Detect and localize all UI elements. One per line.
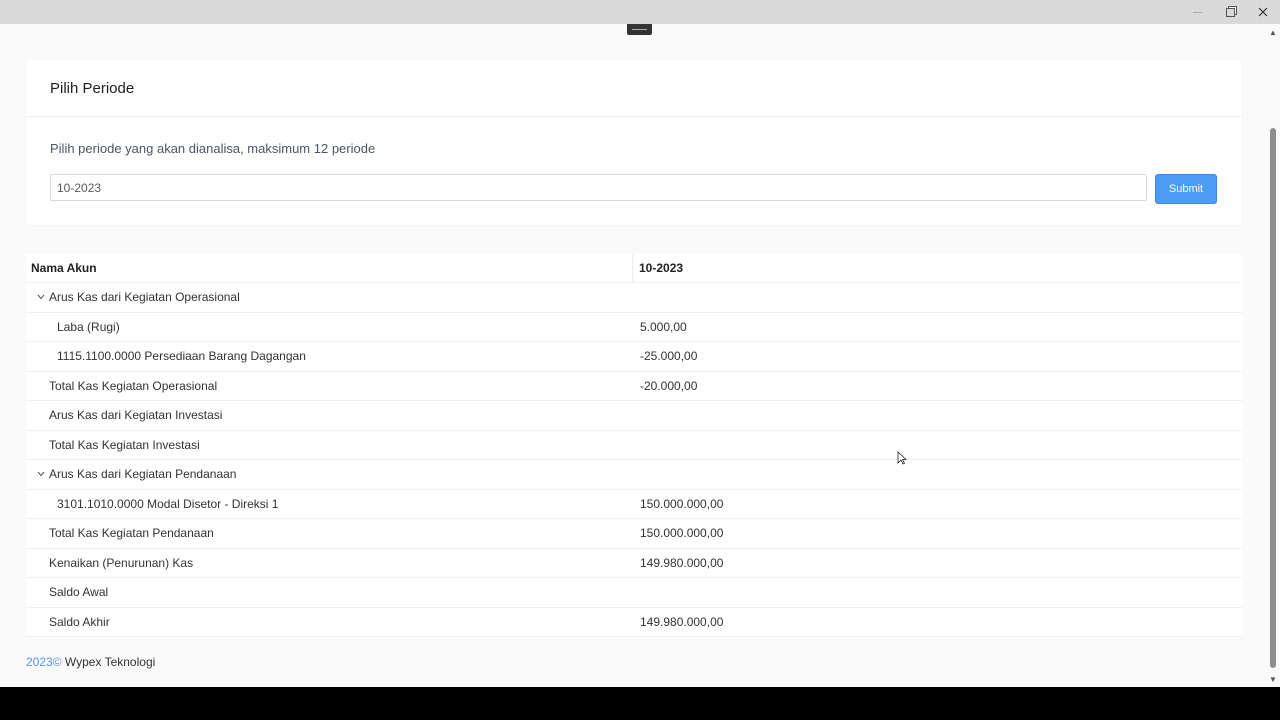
table-row: 1115.1100.0000 Persediaan Barang Daganga… <box>26 342 1242 372</box>
row-label: 3101.1010.0000 Modal Disetor - Direksi 1 <box>57 496 279 511</box>
row-name-cell: Laba (Rugi) <box>26 320 633 334</box>
table-header: Nama Akun 10-2023 <box>26 254 1242 283</box>
vertical-scrollbar[interactable]: ▲ ▼ <box>1266 24 1280 687</box>
table-row: Saldo Awal <box>26 578 1242 608</box>
minimize-button[interactable] <box>1180 0 1214 24</box>
scroll-up-icon[interactable]: ▲ <box>1266 26 1280 38</box>
period-card-title: Pilih Periode <box>50 79 135 97</box>
close-button[interactable] <box>1246 0 1280 24</box>
row-value: 150.000.000,00 <box>640 526 724 541</box>
mouse-cursor-icon <box>897 451 907 465</box>
chevron-down-icon[interactable] <box>35 294 46 300</box>
row-name-cell: Total Kas Kegiatan Pendanaan <box>26 526 633 540</box>
footer-year: 2023© <box>26 655 62 669</box>
row-name-cell: 1115.1100.0000 Persediaan Barang Daganga… <box>26 349 633 363</box>
row-label: Saldo Akhir <box>49 614 110 629</box>
row-label: Saldo Awal <box>49 585 109 600</box>
period-description: Pilih periode yang akan dianalisa, maksi… <box>50 141 376 156</box>
row-name-cell: Arus Kas dari Kegiatan Operasional <box>26 290 633 304</box>
row-name-cell: Arus Kas dari Kegiatan Investasi <box>26 408 633 422</box>
page-viewport: Pilih Periode Pilih periode yang akan di… <box>0 24 1280 687</box>
row-label: 1115.1100.0000 Persediaan Barang Daganga… <box>57 349 306 364</box>
table-row: Laba (Rugi) 5.000,00 <box>26 313 1242 342</box>
footer-company[interactable]: Wypex Teknologi <box>65 655 155 669</box>
table-row: Total Kas Kegiatan Operasional -20.000,0… <box>26 372 1242 401</box>
submit-button[interactable]: Submit <box>1155 174 1217 204</box>
column-header-name: Nama Akun <box>26 254 633 282</box>
maximize-icon <box>1225 7 1235 17</box>
row-name-cell: Total Kas Kegiatan Operasional <box>26 379 633 393</box>
period-card: Pilih Periode Pilih periode yang akan di… <box>26 60 1242 225</box>
row-label: Arus Kas dari Kegiatan Operasional <box>49 290 240 305</box>
table-row: Arus Kas dari Kegiatan Investasi <box>26 401 1242 431</box>
close-icon <box>1258 7 1268 17</box>
row-name-cell: Arus Kas dari Kegiatan Pendanaan <box>26 467 633 481</box>
table-row: Total Kas Kegiatan Pendanaan 150.000.000… <box>26 519 1242 549</box>
row-value: 150.000.000,00 <box>640 496 724 511</box>
row-value: -20.000,00 <box>640 378 698 393</box>
table-row: Arus Kas dari Kegiatan Operasional <box>26 283 1242 313</box>
table-row: 3101.1010.0000 Modal Disetor - Direksi 1… <box>26 490 1242 519</box>
row-label: Total Kas Kegiatan Pendanaan <box>49 526 214 541</box>
scrollbar-thumb[interactable] <box>1270 128 1276 668</box>
row-name-cell: Saldo Akhir <box>26 615 633 629</box>
taskbar <box>0 687 1280 720</box>
window-titlebar <box>0 0 1280 24</box>
period-card-header: Pilih Periode <box>26 60 1242 117</box>
minimize-icon <box>1192 11 1202 13</box>
row-name-cell: Saldo Awal <box>26 585 633 599</box>
period-input[interactable] <box>50 174 1147 201</box>
table-row: Saldo Akhir 149.980.000,00 <box>26 608 1242 637</box>
maximize-button[interactable] <box>1213 0 1247 24</box>
row-name-cell: Kenaikan (Penurunan) Kas <box>26 556 633 570</box>
row-label: Total Kas Kegiatan Operasional <box>49 378 218 393</box>
table-row: Kenaikan (Penurunan) Kas 149.980.000,00 <box>26 549 1242 578</box>
cashflow-table: Nama Akun 10-2023 Arus Kas dari Kegiatan… <box>26 254 1242 637</box>
row-label: Total Kas Kegiatan Investasi <box>49 437 200 452</box>
row-value: 149.980.000,00 <box>640 555 724 570</box>
column-header-period: 10-2023 <box>639 261 684 275</box>
drag-handle[interactable] <box>627 24 652 35</box>
row-name-cell: Total Kas Kegiatan Investasi <box>26 438 633 452</box>
table-row: Total Kas Kegiatan Investasi <box>26 431 1242 460</box>
row-label: Arus Kas dari Kegiatan Investasi <box>49 408 223 423</box>
scroll-down-icon[interactable]: ▼ <box>1266 673 1280 685</box>
row-label: Kenaikan (Penurunan) Kas <box>49 555 194 570</box>
row-value: 5.000,00 <box>640 319 687 334</box>
row-label: Arus Kas dari Kegiatan Pendanaan <box>49 467 237 482</box>
chevron-down-icon[interactable] <box>35 471 46 477</box>
row-label: Laba (Rugi) <box>57 319 120 334</box>
table-row: Arus Kas dari Kegiatan Pendanaan <box>26 460 1242 490</box>
row-value: -25.000,00 <box>640 349 698 364</box>
page-footer: 2023© Wypex Teknologi <box>26 655 155 669</box>
row-name-cell: 3101.1010.0000 Modal Disetor - Direksi 1 <box>26 497 633 511</box>
row-value: 149.980.000,00 <box>640 614 724 629</box>
